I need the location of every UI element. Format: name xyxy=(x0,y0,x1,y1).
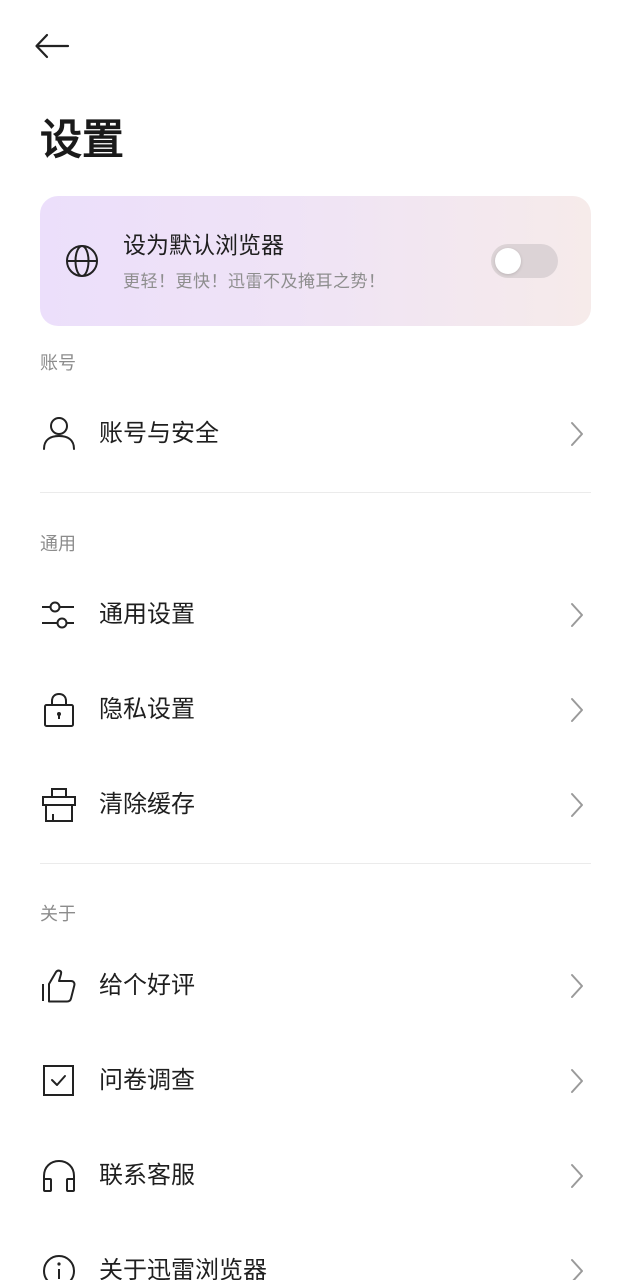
default-browser-title: 设为默认浏览器 xyxy=(123,233,284,259)
section-label-about: 关于 xyxy=(40,904,76,925)
chevron-right-icon xyxy=(569,420,585,448)
row-rate-us[interactable]: 给个好评 xyxy=(40,950,591,1020)
toggle-knob xyxy=(495,248,521,274)
chevron-right-icon xyxy=(569,601,585,629)
row-account-security[interactable]: 账号与安全 xyxy=(40,398,591,468)
back-button[interactable] xyxy=(34,24,84,68)
section-label-account: 账号 xyxy=(40,353,76,374)
row-survey[interactable]: 问卷调查 xyxy=(40,1045,591,1115)
globe-icon xyxy=(65,244,99,278)
checkbox-icon xyxy=(40,1063,78,1099)
chevron-right-icon xyxy=(569,1257,585,1280)
divider xyxy=(40,492,591,493)
chevron-right-icon xyxy=(569,1162,585,1190)
row-general-settings[interactable]: 通用设置 xyxy=(40,579,591,649)
row-about-browser[interactable]: 关于迅雷浏览器 xyxy=(40,1235,591,1280)
default-browser-card[interactable]: 设为默认浏览器 更轻！更快！迅雷不及掩耳之势！ xyxy=(40,196,591,326)
row-customer-service[interactable]: 联系客服 xyxy=(40,1140,591,1210)
default-browser-subtitle: 更轻！更快！迅雷不及掩耳之势！ xyxy=(123,272,386,292)
row-label: 账号与安全 xyxy=(99,419,219,447)
info-icon xyxy=(40,1253,78,1280)
settings-page: 设置 设为默认浏览器 更轻！更快！迅雷不及掩耳之势！ 账号 账号与安全 通用 通… xyxy=(0,0,630,1280)
headset-icon xyxy=(40,1158,78,1194)
section-label-general: 通用 xyxy=(40,534,76,555)
row-clear-cache[interactable]: 清除缓存 xyxy=(40,769,591,839)
chevron-right-icon xyxy=(569,791,585,819)
sliders-icon xyxy=(40,597,78,633)
row-label: 隐私设置 xyxy=(99,695,195,723)
row-label: 关于迅雷浏览器 xyxy=(99,1256,267,1280)
default-browser-toggle[interactable] xyxy=(491,244,558,278)
thumbs-up-icon xyxy=(40,968,78,1004)
chevron-right-icon xyxy=(569,1067,585,1095)
chevron-right-icon xyxy=(569,696,585,724)
row-label: 问卷调查 xyxy=(99,1066,195,1094)
lock-icon xyxy=(40,692,78,728)
row-label: 清除缓存 xyxy=(99,790,195,818)
arrow-left-icon xyxy=(34,33,70,59)
chevron-right-icon xyxy=(569,972,585,1000)
row-label: 通用设置 xyxy=(99,600,195,628)
page-title: 设置 xyxy=(40,115,125,164)
user-icon xyxy=(40,416,78,452)
broom-icon xyxy=(40,787,78,823)
row-label: 给个好评 xyxy=(99,971,195,999)
divider xyxy=(40,863,591,864)
row-label: 联系客服 xyxy=(99,1161,195,1189)
row-privacy-settings[interactable]: 隐私设置 xyxy=(40,674,591,744)
